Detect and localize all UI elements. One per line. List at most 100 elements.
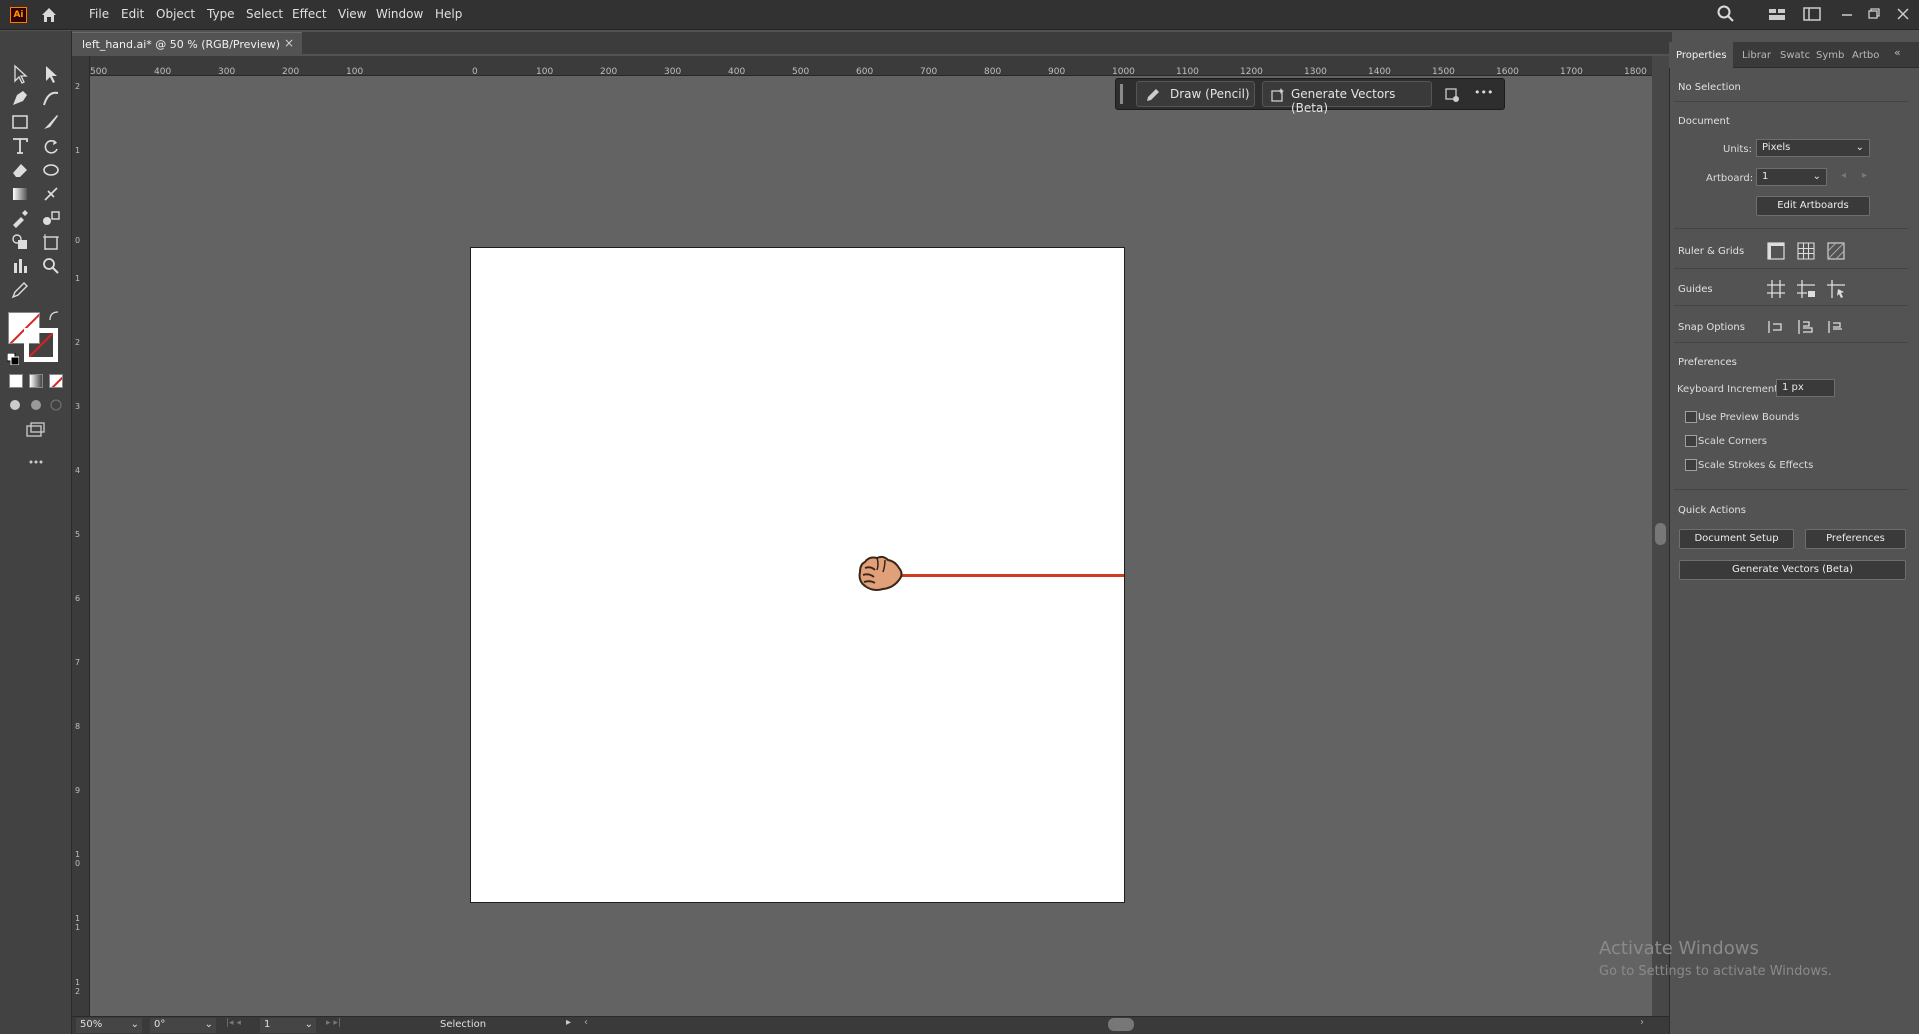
default-colors-icon[interactable] (6, 350, 20, 366)
smart-guides-icon[interactable] (1825, 278, 1847, 300)
menu-object[interactable]: Object (156, 7, 195, 21)
status-tool-field[interactable]: Selection (364, 1018, 564, 1033)
graph-tool-icon[interactable] (9, 255, 31, 277)
tab-swatches[interactable]: Swatc (1780, 50, 1810, 61)
draw-pencil-button[interactable]: Draw (Pencil) (1136, 81, 1255, 107)
search-icon[interactable] (1716, 4, 1736, 24)
horizontal-scroll-thumb[interactable] (1108, 1018, 1134, 1031)
ruler-icon[interactable] (1765, 240, 1787, 262)
zoom-value: 50% (80, 1019, 103, 1030)
tab-symbols[interactable]: Symb (1816, 50, 1844, 61)
units-dropdown[interactable]: Pixels ⌄ (1756, 139, 1870, 157)
draw-inside-icon[interactable] (49, 397, 63, 411)
ruler-h-label: 500 (90, 67, 108, 76)
next-artboard-icon[interactable]: ▸ (1862, 170, 1867, 181)
workspace-icon[interactable] (1802, 4, 1822, 24)
document-setup-button[interactable]: Document Setup (1679, 529, 1794, 549)
gradient-tool-icon[interactable] (9, 183, 31, 205)
color-mode-icon[interactable] (9, 374, 23, 388)
transparency-grid-icon[interactable] (1825, 240, 1847, 262)
direct-selection-tool-icon[interactable] (40, 63, 62, 85)
panel-collapse-icon[interactable]: « (1894, 46, 1901, 59)
curvature-tool-icon[interactable] (40, 87, 62, 109)
edit-artboards-button[interactable]: Edit Artboards (1756, 196, 1870, 216)
keyboard-increment-input[interactable]: 1 px (1776, 379, 1835, 397)
warp-tool-icon[interactable] (40, 159, 62, 181)
snap-to-glyph-icon[interactable] (1825, 316, 1847, 338)
minimize-icon[interactable] (1837, 4, 1857, 24)
type-tool-icon[interactable] (9, 135, 31, 157)
shape-builder-tool-icon[interactable] (9, 231, 31, 253)
close-icon[interactable] (1893, 4, 1913, 24)
stroke-swatch[interactable] (24, 328, 58, 362)
edit-toolbar-icon[interactable] (28, 452, 44, 464)
pencil-tool-icon[interactable] (9, 279, 31, 301)
scale-strokes-checkbox[interactable] (1685, 459, 1697, 471)
artboard-tool-icon[interactable] (40, 231, 62, 253)
rectangle-tool-icon[interactable] (9, 111, 31, 133)
ruler-h-label: 200 (282, 67, 300, 76)
artboard-dropdown[interactable]: 1 ⌄ (1756, 168, 1827, 186)
snap-to-point-icon[interactable] (1765, 316, 1787, 338)
preferences-button[interactable]: Preferences (1805, 529, 1906, 549)
scroll-left-icon[interactable]: ‹ (584, 1017, 588, 1028)
task-bar-options-icon[interactable] (1443, 86, 1461, 104)
pen-tool-icon[interactable] (9, 87, 31, 109)
first-artboard-icon[interactable]: |◂ ◂ (226, 1018, 241, 1028)
draw-behind-icon[interactable] (29, 397, 43, 411)
zoom-dropdown[interactable]: 50% ⌄ (76, 1018, 142, 1033)
generate-vectors-panel-button[interactable]: Generate Vectors (Beta) (1679, 560, 1906, 580)
menu-type[interactable]: Type (207, 7, 235, 21)
activate-windows-title: Activate Windows (1599, 938, 1759, 959)
artboard-value: 1 (1762, 171, 1769, 182)
swap-fill-stroke-icon[interactable] (47, 308, 61, 322)
tab-artboards[interactable]: Artbo (1852, 50, 1879, 61)
document-section-title: Document (1678, 116, 1730, 127)
menu-edit[interactable]: Edit (121, 7, 144, 21)
menu-select[interactable]: Select (246, 7, 283, 21)
artboard-number-dropdown[interactable]: 1 ⌄ (260, 1018, 316, 1033)
use-preview-bounds-label: Use Preview Bounds (1698, 412, 1800, 423)
arm-line[interactable] (902, 574, 1124, 577)
paintbrush-tool-icon[interactable] (40, 111, 62, 133)
use-preview-bounds-checkbox[interactable] (1685, 411, 1697, 423)
vertical-scroll-thumb[interactable] (1655, 523, 1666, 545)
document-tab-close-icon[interactable]: × (284, 36, 294, 50)
tab-properties[interactable]: Properties (1676, 50, 1727, 61)
menu-help[interactable]: Help (435, 7, 462, 21)
tab-libraries[interactable]: Librar (1742, 50, 1771, 61)
menu-view[interactable]: View (338, 7, 366, 21)
rotation-dropdown[interactable]: 0° ⌄ (150, 1018, 216, 1033)
scroll-right-icon[interactable]: › (1640, 1017, 1644, 1028)
menu-window[interactable]: Window (376, 7, 423, 21)
grid-icon[interactable] (1795, 240, 1817, 262)
last-artboard-icon[interactable]: ▸ ▸| (326, 1018, 341, 1028)
status-menu-arrow-icon[interactable]: ▸ (566, 1017, 571, 1028)
draw-normal-icon[interactable] (8, 397, 22, 411)
none-mode-icon[interactable] (49, 374, 63, 388)
selection-tool-icon[interactable] (9, 63, 31, 85)
snap-to-pixel-icon[interactable] (1795, 316, 1817, 338)
previous-artboard-icon[interactable]: ◂ (1841, 170, 1846, 181)
screen-mode-icon[interactable] (24, 421, 46, 439)
eraser-tool-icon[interactable] (9, 159, 31, 181)
show-guides-icon[interactable] (1765, 278, 1787, 300)
mesh-tool-icon[interactable] (40, 183, 62, 205)
fist-hand-graphic[interactable] (855, 552, 905, 594)
lock-guides-icon[interactable] (1795, 278, 1817, 300)
menu-file[interactable]: File (89, 7, 109, 21)
ruler-v-label: 0 (75, 236, 81, 245)
zoom-tool-icon[interactable] (40, 255, 62, 277)
scale-corners-checkbox[interactable] (1685, 435, 1697, 447)
arrange-documents-icon[interactable] (1767, 4, 1787, 24)
gradient-mode-icon[interactable] (29, 374, 43, 388)
generate-vectors-button[interactable]: Generate Vectors (Beta) (1262, 81, 1432, 115)
rotate-tool-icon[interactable] (40, 135, 62, 157)
task-bar-more-icon[interactable]: ••• (1474, 86, 1493, 99)
home-icon[interactable] (40, 6, 58, 24)
task-bar-grip[interactable] (1120, 84, 1123, 104)
menu-effect[interactable]: Effect (292, 7, 327, 21)
eyedropper-tool-icon[interactable] (9, 207, 31, 229)
restore-icon[interactable] (1864, 4, 1884, 24)
blend-tool-icon[interactable] (40, 207, 62, 229)
